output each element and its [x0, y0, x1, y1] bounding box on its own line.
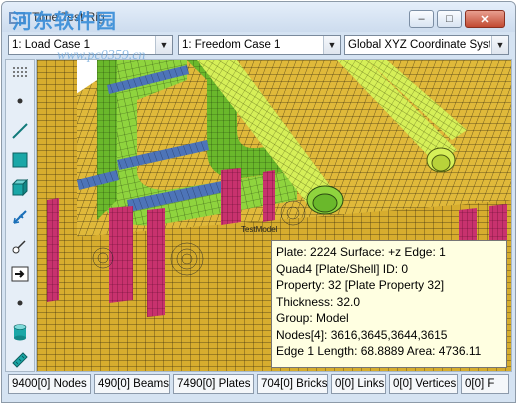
vertex-tool-icon[interactable]: [9, 235, 31, 257]
watermark-text: 河东软件园: [12, 9, 117, 33]
watermark-url: www.pc0359.cn: [57, 48, 146, 63]
main-window: Time Test Rig 河东软件园 – □ ✕ 1: Load Case 1…: [1, 1, 516, 403]
svg-text:TestModel: TestModel: [241, 225, 278, 234]
chevron-down-icon[interactable]: ▼: [155, 36, 172, 54]
brick-cube-icon[interactable]: [9, 177, 31, 199]
status-extra[interactable]: 0[0] F: [461, 374, 509, 394]
tooltip-line: Quad4 [Plate/Shell] ID: 0: [276, 261, 409, 276]
rib-2: [147, 208, 165, 317]
rib-3: [221, 168, 241, 225]
side-toolbar: [5, 59, 35, 372]
rib-7: [47, 198, 59, 302]
minimize-button[interactable]: –: [409, 10, 434, 28]
plate-square-icon[interactable]: [9, 149, 31, 171]
tooltip-line: Group: Model: [276, 311, 349, 325]
chevron-down-icon[interactable]: ▼: [323, 36, 340, 54]
cylinder-icon[interactable]: [9, 321, 31, 343]
tooltip-line: Plate: 2224 Surface: +z Edge: 1: [276, 245, 446, 259]
tooltip-line: Edge 1 Length: 68.8889 Area: 4736.11: [276, 344, 482, 358]
tooltip-line: Nodes[4]: 3616,3645,3644,3615: [276, 327, 448, 342]
arrow-right-icon[interactable]: [9, 263, 31, 285]
status-links[interactable]: 0[0] Links: [331, 374, 386, 394]
status-nodes[interactable]: 9400[0] Nodes: [8, 374, 91, 394]
element-info-tooltip: Plate: 2224 Surface: +z Edge: 1 Quad4 [P…: [271, 240, 507, 368]
cursor-marker: TestModel: [241, 225, 278, 234]
beam-line-icon[interactable]: [9, 120, 31, 142]
title-bar[interactable]: Time Test Rig 河东软件园 – □ ✕: [2, 2, 515, 33]
chevron-down-icon[interactable]: ▼: [491, 36, 508, 54]
node-point-icon[interactable]: [9, 90, 31, 112]
tooltip-line: Property: 32 [Plate Property 32]: [276, 278, 445, 292]
model-viewport[interactable]: TestModel Plate: 2224 Surface: +z Edge: …: [36, 59, 512, 372]
ruler-icon[interactable]: [9, 349, 31, 371]
maximize-button[interactable]: □: [437, 10, 462, 28]
status-vertices[interactable]: 0[0] Vertices: [389, 374, 458, 394]
small-point-icon[interactable]: [9, 292, 31, 314]
coordinate-system-select[interactable]: Global XYZ Coordinate System ▼: [344, 35, 509, 55]
close-button[interactable]: ✕: [465, 10, 505, 28]
status-bricks[interactable]: 704[0] Bricks: [257, 374, 328, 394]
status-beams[interactable]: 490[0] Beams: [94, 374, 170, 394]
link-icon[interactable]: [9, 206, 31, 228]
rib-4: [263, 170, 275, 222]
node-grid-icon[interactable]: [9, 62, 31, 84]
tooltip-line: Thickness: 32.0: [276, 294, 361, 309]
freedom-case-select[interactable]: 1: Freedom Case 1 ▼: [178, 35, 341, 55]
status-bar: 9400[0] Nodes 490[0] Beams 7490[0] Plate…: [5, 374, 512, 396]
status-plates[interactable]: 7490[0] Plates: [173, 374, 254, 394]
